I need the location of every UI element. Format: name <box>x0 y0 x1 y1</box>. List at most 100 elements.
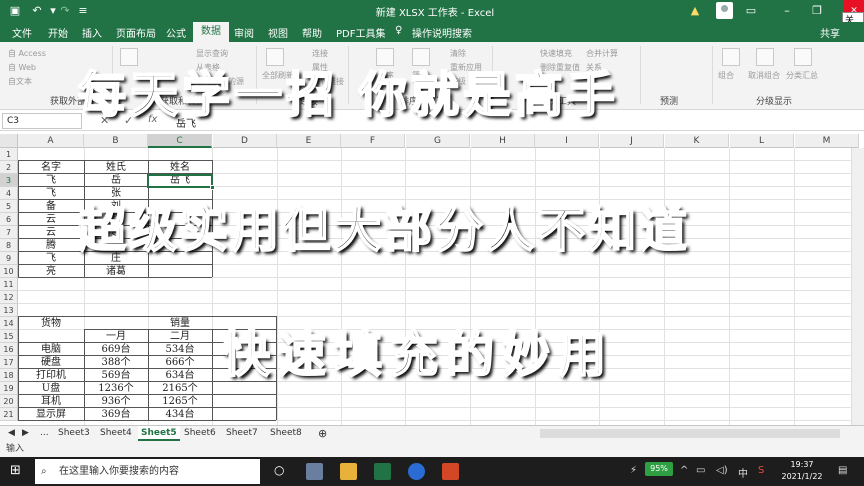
restore-icon[interactable]: ❐ <box>810 4 824 18</box>
task-view-icon[interactable]: ○ <box>274 463 284 477</box>
row-header[interactable]: 14 <box>0 317 18 330</box>
file-explorer-icon[interactable] <box>340 463 357 480</box>
row-header[interactable]: 16 <box>0 343 18 356</box>
row-header[interactable]: 2 <box>0 161 18 174</box>
select-all-corner[interactable] <box>0 134 18 148</box>
taskbar-search[interactable]: ⌕ 在这里输入你要搜索的内容 <box>35 459 260 484</box>
menu-page-layout[interactable]: 页面布局 <box>116 25 156 40</box>
menu-view[interactable]: 视图 <box>268 25 288 40</box>
column-header[interactable]: I <box>535 134 599 148</box>
ungroup-icon[interactable] <box>756 48 774 66</box>
column-header[interactable]: B <box>84 134 148 148</box>
menu-pdf-tools[interactable]: PDF工具集 <box>336 25 385 40</box>
menu-data[interactable]: 数据 <box>193 22 229 42</box>
row-header[interactable]: 12 <box>0 291 18 304</box>
tray-chevron-icon[interactable]: ^ <box>680 465 688 476</box>
ime-indicator[interactable]: 中 <box>738 465 748 480</box>
row-header[interactable]: 5 <box>0 200 18 213</box>
vertical-scrollbar[interactable] <box>851 148 864 425</box>
battery-indicator[interactable]: 95% <box>645 462 673 476</box>
row-header[interactable]: 6 <box>0 213 18 226</box>
avatar[interactable] <box>716 2 733 19</box>
tab-sheet8[interactable]: Sheet8 <box>270 426 302 441</box>
column-header[interactable]: C <box>148 134 212 148</box>
customize-toolbar-icon[interactable]: ≡ <box>76 4 90 18</box>
horizontal-scrollbar[interactable] <box>540 429 840 438</box>
menu-help[interactable]: 帮助 <box>302 25 322 40</box>
row-header[interactable]: 11 <box>0 278 18 291</box>
ribbon-display-icon[interactable]: ▭ <box>744 4 758 18</box>
colorful-app-icon[interactable] <box>306 463 323 480</box>
group-icon[interactable] <box>722 48 740 66</box>
row-header[interactable]: 17 <box>0 356 18 369</box>
minimize-icon[interactable]: – <box>780 4 794 18</box>
sogou-icon[interactable]: S <box>758 465 764 476</box>
ungroup-button[interactable]: 取消组合 <box>748 70 780 81</box>
row-header[interactable]: 8 <box>0 239 18 252</box>
add-sheet-icon[interactable]: ⊕ <box>318 426 327 441</box>
undo-icon[interactable]: ↶ <box>30 4 44 18</box>
redo-icon[interactable]: ↷ <box>58 4 72 18</box>
goods-header-cell[interactable]: 货物 <box>18 317 84 330</box>
from-web-button[interactable]: 自 Web <box>8 62 36 73</box>
column-header[interactable]: G <box>406 134 470 148</box>
browser-icon[interactable] <box>408 463 425 480</box>
tab-sheet3[interactable]: Sheet3 <box>58 426 90 441</box>
column-header[interactable]: K <box>665 134 729 148</box>
tab-sheet5[interactable]: Sheet5 <box>138 426 180 441</box>
row-header[interactable]: 4 <box>0 187 18 200</box>
row-header[interactable]: 10 <box>0 265 18 278</box>
sheet-overflow[interactable]: ... <box>40 426 49 441</box>
share-button[interactable]: 共享 <box>820 25 840 40</box>
menu-home[interactable]: 开始 <box>48 25 68 40</box>
from-text-button[interactable]: 自文本 <box>8 76 32 87</box>
tell-me-search[interactable]: 操作说明搜索 <box>412 25 472 40</box>
prev-sheet-icon[interactable]: ◀ <box>8 426 15 441</box>
column-header[interactable]: F <box>341 134 405 148</box>
menu-formulas[interactable]: 公式 <box>166 25 186 40</box>
tab-sheet4[interactable]: Sheet4 <box>100 426 132 441</box>
row-header[interactable]: 19 <box>0 382 18 395</box>
notification-icon[interactable]: ▤ <box>838 465 847 476</box>
row-header[interactable]: 9 <box>0 252 18 265</box>
clock[interactable]: 19:37 2021/1/22 <box>778 459 826 483</box>
column-header[interactable]: D <box>213 134 277 148</box>
gridline <box>18 290 864 291</box>
tab-sheet6[interactable]: Sheet6 <box>184 426 216 441</box>
network-icon[interactable]: ▭ <box>696 465 705 476</box>
group-button[interactable]: 组合 <box>718 70 734 81</box>
subtotal-button[interactable]: 分类汇总 <box>786 70 818 81</box>
row-header[interactable]: 3 <box>0 174 18 187</box>
subtotal-icon[interactable] <box>794 48 812 66</box>
powerpoint-icon[interactable] <box>442 463 459 480</box>
row-header[interactable]: 1 <box>0 148 18 161</box>
row-header[interactable]: 21 <box>0 408 18 421</box>
menu-review[interactable]: 审阅 <box>234 25 254 40</box>
column-header[interactable]: E <box>277 134 341 148</box>
power-plug-icon[interactable]: ⚡ <box>630 465 637 476</box>
row-header[interactable]: 13 <box>0 304 18 317</box>
from-access-button[interactable]: 自 Access <box>8 48 46 59</box>
row-header[interactable]: 18 <box>0 369 18 382</box>
save-icon[interactable]: ▣ <box>8 4 22 18</box>
windows-start-icon[interactable]: ⊞ <box>10 463 21 478</box>
active-cell[interactable] <box>147 174 213 188</box>
tab-sheet7[interactable]: Sheet7 <box>226 426 258 441</box>
menu-insert[interactable]: 插入 <box>82 25 102 40</box>
excel-taskbar-icon[interactable] <box>374 463 391 480</box>
column-header[interactable]: A <box>18 134 84 148</box>
name-box[interactable]: C3 <box>2 113 82 129</box>
column-header[interactable]: M <box>795 134 859 148</box>
volume-icon[interactable]: ◁) <box>716 465 728 476</box>
search-icon: ⌕ <box>41 466 47 477</box>
row-header[interactable]: 20 <box>0 395 18 408</box>
menu-file[interactable]: 文件 <box>12 25 32 40</box>
column-header[interactable]: L <box>730 134 794 148</box>
row-header[interactable]: 7 <box>0 226 18 239</box>
row-header[interactable]: 15 <box>0 330 18 343</box>
warning-icon[interactable]: ▲ <box>688 4 702 18</box>
next-sheet-icon[interactable]: ▶ <box>22 426 29 441</box>
column-header[interactable]: H <box>471 134 535 148</box>
column-header[interactable]: J <box>600 134 664 148</box>
table-border <box>18 420 276 421</box>
